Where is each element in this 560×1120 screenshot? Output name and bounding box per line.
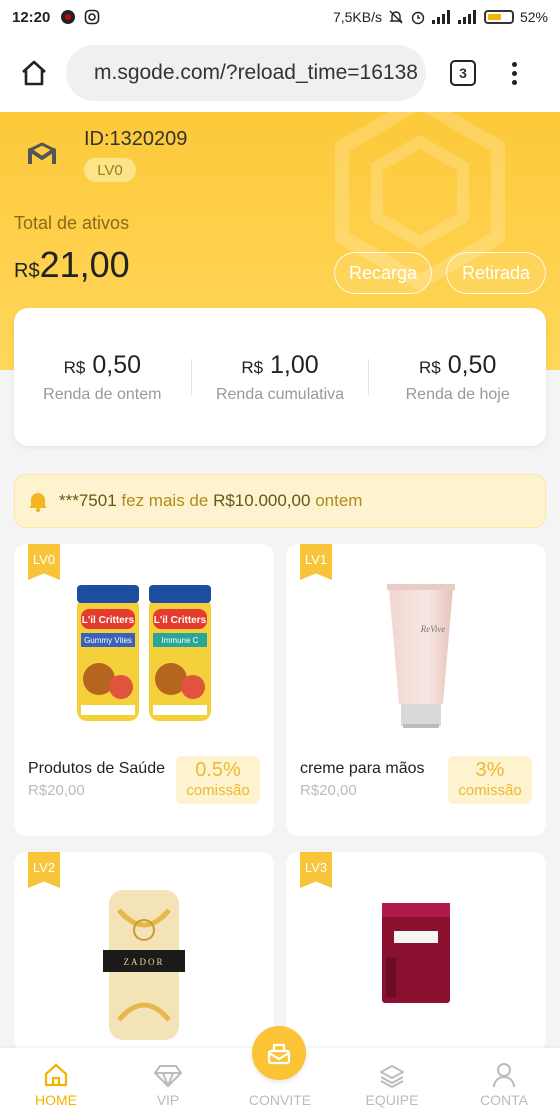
nav-conta[interactable]: CONTA bbox=[448, 1048, 560, 1120]
product-name: creme para mãos bbox=[300, 760, 425, 777]
app-notification-icon bbox=[61, 10, 76, 24]
total-assets-value: R$21,00 bbox=[14, 244, 130, 286]
product-card[interactable]: L'il Critters L'il Critters Gummy Vites … bbox=[14, 544, 274, 836]
assets-currency: R$ bbox=[14, 260, 40, 282]
browser-home-button[interactable] bbox=[14, 53, 54, 93]
product-image-candle bbox=[286, 892, 546, 1012]
stat-currency: R$ bbox=[419, 357, 441, 377]
commission-percent: 3% bbox=[475, 759, 505, 781]
svg-text:Gummy Vites: Gummy Vites bbox=[84, 636, 132, 645]
avatar bbox=[28, 142, 56, 164]
stat-label: Renda cumulativa bbox=[215, 385, 345, 403]
product-card[interactable]: ZADOR LV2 bbox=[14, 852, 274, 1052]
commission-label: comissão bbox=[458, 782, 522, 799]
product-card[interactable]: LV3 bbox=[286, 852, 546, 1052]
net-speed: 7,5KB/s bbox=[332, 9, 382, 25]
mute-icon bbox=[389, 10, 403, 24]
product-commission: 0.5% comissão bbox=[176, 756, 260, 804]
svg-text:L'il Critters: L'il Critters bbox=[82, 615, 135, 626]
nav-label: VIP bbox=[156, 1092, 180, 1108]
level-badge: LV0 bbox=[84, 158, 136, 182]
nav-label: EQUIPE bbox=[365, 1092, 419, 1108]
battery-percent: 52% bbox=[519, 9, 548, 25]
stat-value: 1,00 bbox=[270, 350, 319, 379]
home-outline-icon bbox=[22, 60, 46, 86]
notice-suffix: ontem bbox=[315, 491, 363, 510]
battery-icon bbox=[483, 10, 514, 24]
signal-4g-icon bbox=[457, 10, 476, 24]
income-stats-card: R$ 0,50 Renda de ontem R$ 1,00 Renda cum… bbox=[14, 308, 546, 446]
stat-label: Renda de ontem bbox=[43, 385, 162, 403]
total-assets-label: Total de ativos bbox=[14, 213, 130, 233]
nav-label: CONTA bbox=[480, 1092, 528, 1108]
browser-menu-button[interactable] bbox=[512, 61, 517, 85]
product-price: R$20,00 bbox=[28, 782, 85, 799]
svg-text:L'il Critters: L'il Critters bbox=[154, 615, 207, 626]
notice-amount: R$10.000,00 bbox=[213, 491, 311, 510]
product-level-tag: LV3 bbox=[300, 852, 332, 888]
recharge-button[interactable]: Recarga bbox=[334, 252, 432, 294]
home-icon bbox=[44, 1063, 68, 1087]
bottom-navigation: HOME VIP CONVITE EQUIPE CONTA bbox=[0, 1026, 560, 1120]
stat-today: R$ 0,50 Renda de hoje bbox=[369, 351, 546, 404]
alarm-icon bbox=[411, 11, 425, 25]
nav-label: HOME bbox=[35, 1092, 77, 1108]
bell-icon bbox=[29, 493, 47, 512]
nav-vip[interactable]: VIP bbox=[112, 1048, 224, 1120]
diamond-icon bbox=[154, 1065, 182, 1087]
svg-text:Immune C: Immune C bbox=[162, 636, 199, 645]
product-image-vitamins: L'il Critters L'il Critters Gummy Vites … bbox=[14, 564, 274, 744]
svg-text:ZADOR: ZADOR bbox=[124, 957, 165, 967]
layers-icon bbox=[380, 1065, 404, 1088]
svg-text:ReVive: ReVive bbox=[420, 624, 446, 634]
status-bar: 12:20 7,5KB/s 52% bbox=[0, 0, 560, 34]
browser-toolbar: m.sgode.com/?reload_time=16138 3 bbox=[0, 34, 560, 112]
url-bar[interactable]: m.sgode.com/?reload_time=16138 bbox=[66, 45, 426, 101]
stat-label: Renda de hoje bbox=[405, 385, 510, 403]
product-card[interactable]: ReVive LV1 creme para mãos R$20,00 3% co… bbox=[286, 544, 546, 836]
product-name: Produtos de Saúde bbox=[28, 760, 165, 777]
nav-equipe[interactable]: EQUIPE bbox=[336, 1048, 448, 1120]
user-id: ID:1320209 bbox=[84, 128, 188, 150]
notice-banner[interactable]: ***7501 fez mais de R$10.000,00 ontem bbox=[14, 474, 546, 528]
notice-user: ***7501 bbox=[59, 491, 117, 510]
product-image-soap: ZADOR bbox=[14, 878, 274, 1052]
tab-switcher-button[interactable]: 3 bbox=[450, 60, 476, 86]
status-time: 12:20 bbox=[12, 8, 51, 26]
signal-icon bbox=[431, 10, 450, 24]
commission-percent: 0.5% bbox=[195, 759, 241, 781]
product-commission: 3% comissão bbox=[448, 756, 532, 804]
user-icon bbox=[493, 1063, 515, 1088]
product-image-hand-cream: ReVive bbox=[286, 564, 546, 744]
invite-icon bbox=[267, 1043, 291, 1065]
assets-amount: 21,00 bbox=[39, 244, 130, 285]
stat-currency: R$ bbox=[241, 357, 264, 377]
product-price: R$20,00 bbox=[300, 782, 357, 799]
commission-label: comissão bbox=[186, 782, 250, 799]
instagram-icon bbox=[85, 9, 100, 25]
invite-button[interactable] bbox=[252, 1026, 306, 1080]
stat-value: 0,50 bbox=[92, 350, 142, 379]
stat-currency: R$ bbox=[63, 357, 86, 377]
notice-text: fez mais de bbox=[121, 491, 209, 510]
withdraw-button[interactable]: Retirada bbox=[446, 252, 546, 294]
nav-home[interactable]: HOME bbox=[0, 1048, 112, 1120]
stat-value: 0,50 bbox=[447, 350, 497, 379]
url-text: m.sgode.com/?reload_time=16138 bbox=[94, 61, 418, 84]
stat-cumulative: R$ 1,00 Renda cumulativa bbox=[192, 351, 369, 404]
nav-label: CONVITE bbox=[248, 1092, 312, 1108]
stat-yesterday: R$ 0,50 Renda de ontem bbox=[14, 351, 191, 404]
